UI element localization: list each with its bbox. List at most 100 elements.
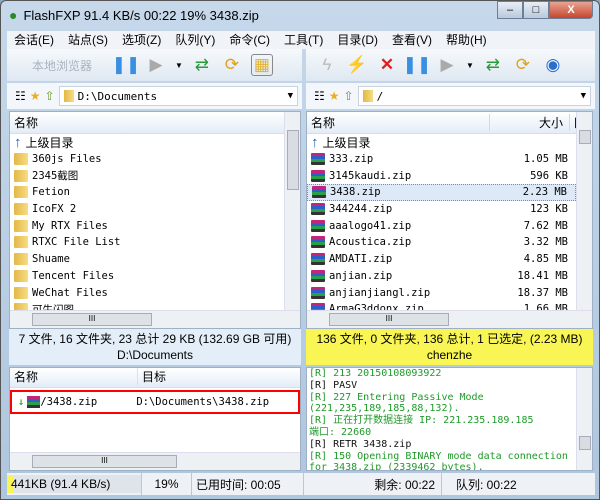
vertical-scrollbar[interactable] [576,112,592,312]
file-row[interactable]: 3438.zip2.23 MB [307,184,576,201]
menu-commands[interactable]: 命令(C) [222,31,277,49]
up-folder-icon[interactable]: ⇧ [45,89,55,103]
globe-icon[interactable]: ◉ [542,54,564,76]
column-size[interactable]: 大小 [490,114,570,131]
horizontal-scrollbar[interactable]: III [10,452,300,470]
left-path: D:\Documents [78,90,157,103]
queue-item-target: D:\Documents\3438.zip [132,396,269,408]
abort-icon[interactable]: ✕ [376,54,398,76]
minimize-button[interactable]: – [497,1,523,19]
file-row[interactable]: aaalogo41.zip 7.62 MB [307,217,576,234]
log-line: [R] RETR 3438.zip [309,439,574,451]
folder-row[interactable]: My RTX Files [10,217,300,234]
vertical-scrollbar[interactable] [284,112,300,312]
remote-status: 136 文件, 0 文件夹, 136 总计, 1 已选定, (2.23 MB) … [306,329,593,365]
left-address-bar: ☷ ★ ⇧ D:\Documents ▼ [7,83,302,109]
zip-file-icon [312,186,326,198]
file-row[interactable]: AMDATI.zip4.85 MB [307,251,576,268]
zip-file-icon [311,270,325,282]
menu-tools[interactable]: 工具(T) [277,31,330,49]
file-size: 3.32 MB [506,236,576,248]
parent-dir-row[interactable]: ↑上级目录 [10,134,300,151]
folder-name: 360js Files [32,153,102,165]
queue-column-name[interactable]: 名称 [10,368,138,385]
right-toolbar: ϟ ⚡ ✕ ❚❚ ▶ ▼ ⇄ ⟳ ◉ [306,49,595,81]
folder-row[interactable]: Tencent Files [10,268,300,285]
folder-name: RTXC File List [32,236,121,248]
menu-directory[interactable]: 目录(D) [330,31,385,49]
connect-icon[interactable]: ⇄ [482,54,504,76]
file-size: 7.62 MB [506,220,576,232]
right-path-combo[interactable]: / ▼ [358,86,591,106]
up-arrow-icon: ↑ [14,134,22,151]
menu-sites[interactable]: 站点(S) [61,31,115,49]
file-size: 1.05 MB [506,153,576,165]
queue-item[interactable]: ↓ /3438.zip D:\Documents\3438.zip [10,390,300,414]
chevron-down-icon[interactable]: ▼ [288,91,293,101]
menu-options[interactable]: 选项(Z) [115,31,168,49]
file-size: 18.41 MB [506,270,576,282]
file-row[interactable]: 3145kaudi.zip596 KB [307,167,576,184]
file-name: 3145kaudi.zip [329,170,411,182]
file-row[interactable]: 344244.zip123 KB [307,201,576,218]
left-toolbar: 本地浏览器 ❚❚ ▶ ▼ ⇄ ⟳ ▦ [7,49,302,81]
file-row[interactable]: anjian.zip18.41 MB [307,268,576,285]
vertical-scrollbar[interactable] [576,368,592,470]
horizontal-scrollbar[interactable]: III [307,310,592,328]
file-row[interactable]: 333.zip1.05 MB [307,151,576,168]
parent-dir-label: 上级目录 [26,134,74,151]
quick-connect-icon[interactable]: ⚡ [346,54,368,76]
file-row[interactable]: anjianjiangl.zip18.37 MB [307,284,576,301]
left-path-combo[interactable]: D:\Documents ▼ [59,86,298,106]
folder-row[interactable]: Shuame [10,251,300,268]
column-name[interactable]: 名称 [307,114,490,131]
refresh-icon[interactable]: ⟳ [221,54,243,76]
folder-row[interactable]: RTXC File List [10,234,300,251]
transfer-icon[interactable]: ▶ [145,54,167,76]
column-name[interactable]: 名称 [10,114,38,131]
queue-column-target[interactable]: 目标 [138,368,166,385]
folder-name: WeChat Files [32,287,108,299]
tree-icon[interactable]: ☷ [15,89,26,103]
local-browser-label[interactable]: 本地浏览器 [17,57,107,74]
file-row[interactable]: Acoustica.zip3.32 MB [307,234,576,251]
local-status-path: D:\Documents [9,347,301,363]
disconnect-icon[interactable]: ϟ [316,54,338,76]
folder-row[interactable]: 360js Files [10,151,300,168]
file-name: aaalogo41.zip [329,220,411,232]
maximize-button[interactable]: □ [523,1,549,19]
folder-row[interactable]: 2345截图 [10,167,300,184]
menu-queue[interactable]: 队列(Y) [168,31,222,49]
dropdown-icon[interactable]: ▼ [466,61,474,70]
menu-view[interactable]: 查看(V) [385,31,439,49]
remote-status-user: chenzhe [306,347,593,363]
favorites-icon[interactable]: ★ [329,89,340,103]
dropdown-icon[interactable]: ▼ [175,61,183,70]
folder-view-icon[interactable]: ▦ [251,54,273,76]
connect-icon[interactable]: ⇄ [191,54,213,76]
zip-file-icon [311,220,325,232]
file-size: 2.23 MB [505,186,575,198]
horizontal-scrollbar[interactable]: III [10,310,300,328]
folder-icon [14,287,28,299]
zip-file-icon [311,203,325,215]
up-folder-icon[interactable]: ⇧ [344,89,354,103]
menu-session[interactable]: 会话(E) [7,31,61,49]
transfer-icon[interactable]: ▶ [436,54,458,76]
pause-icon[interactable]: ❚❚ [406,54,428,76]
parent-dir-row[interactable]: ↑上级目录 [307,134,592,151]
menu-help[interactable]: 帮助(H) [439,31,494,49]
tree-icon[interactable]: ☷ [314,89,325,103]
log-line: [R] 213 20150108093922 [309,368,574,380]
folder-row[interactable]: WeChat Files [10,284,300,301]
close-button[interactable]: X [549,1,593,19]
folder-row[interactable]: IcoFX 2 [10,201,300,218]
chevron-down-icon[interactable]: ▼ [581,91,586,101]
folder-name: IcoFX 2 [32,203,76,215]
download-arrow-icon: ↓ [18,396,24,408]
folder-row[interactable]: Fetion [10,184,300,201]
session-log: [R] 213 20150108093922[R] PASV[R] 227 En… [306,367,593,471]
favorites-icon[interactable]: ★ [30,89,41,103]
pause-icon[interactable]: ❚❚ [115,54,137,76]
refresh-icon[interactable]: ⟳ [512,54,534,76]
